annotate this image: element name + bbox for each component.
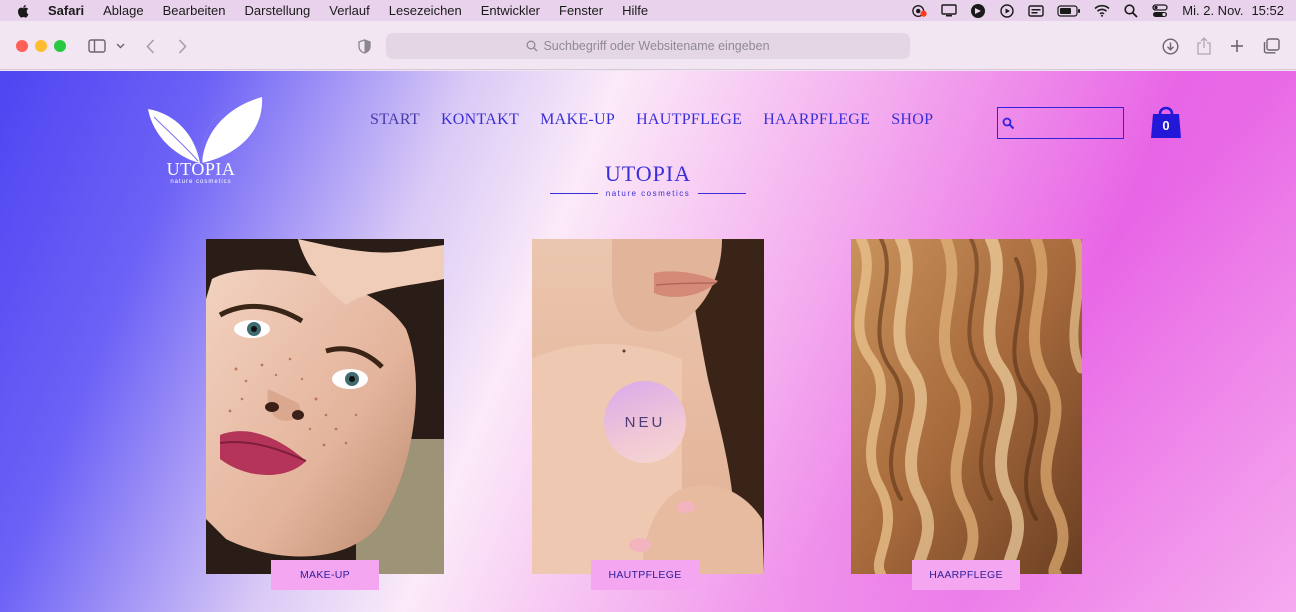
address-placeholder: Suchbegriff oder Websitename eingeben: [543, 39, 770, 53]
camera-recording-icon[interactable]: [912, 4, 928, 18]
menu-entwickler[interactable]: Entwickler: [481, 3, 540, 18]
nav-haarpflege[interactable]: HAARPFLEGE: [763, 111, 870, 131]
brand-title: UTOPIA: [604, 161, 692, 186]
apple-icon[interactable]: [16, 4, 30, 18]
battery-icon[interactable]: [1057, 4, 1081, 18]
menu-bearbeiten[interactable]: Bearbeiten: [163, 3, 226, 18]
site-search-input[interactable]: [997, 107, 1124, 139]
forward-icon[interactable]: [175, 36, 189, 56]
make-up-button[interactable]: MAKE-UP: [271, 560, 379, 590]
menu-ablage[interactable]: Ablage: [103, 3, 143, 18]
menubar-time: 15:52: [1251, 3, 1284, 18]
keyboard-icon[interactable]: [1028, 4, 1044, 18]
back-icon[interactable]: [143, 36, 157, 56]
zoom-window-button[interactable]: [54, 40, 66, 52]
menu-hilfe[interactable]: Hilfe: [622, 3, 648, 18]
privacy-shield-icon[interactable]: [356, 36, 372, 56]
brand-heading: UTOPIA nature cosmetics: [548, 161, 748, 198]
nav-kontakt[interactable]: KONTAKT: [441, 111, 519, 131]
minimize-window-button[interactable]: [35, 40, 47, 52]
category-card-hautpflege[interactable]: NEU HAUTPFLEGE: [532, 239, 764, 591]
share-icon[interactable]: [1196, 36, 1212, 56]
main-nav: START KONTAKT MAKE-UP HAUTPFLEGE HAARPFL…: [370, 111, 954, 131]
cart-count: 0: [1162, 118, 1170, 133]
chevron-down-icon[interactable]: [114, 36, 126, 56]
site-search-icon: [1002, 117, 1015, 130]
close-window-button[interactable]: [16, 40, 28, 52]
menubar-date: Mi. 2. Nov.: [1182, 3, 1244, 18]
hautpflege-button[interactable]: HAUTPFLEGE: [591, 560, 699, 590]
address-bar[interactable]: Suchbegriff oder Websitename eingeben: [386, 33, 910, 59]
download-icon[interactable]: [1161, 36, 1179, 56]
nav-make-up[interactable]: MAKE-UP: [540, 111, 615, 131]
nav-hautpflege[interactable]: HAUTPFLEGE: [636, 111, 742, 131]
haarpflege-button[interactable]: HAARPFLEGE: [912, 560, 1020, 590]
address-search-icon: [527, 40, 538, 52]
category-card-make-up[interactable]: MAKE-UP: [206, 239, 444, 591]
new-badge: NEU: [604, 381, 686, 463]
shield-app-icon[interactable]: [970, 3, 986, 18]
shopping-cart-button[interactable]: 0: [1150, 102, 1182, 140]
logo-tagline: nature cosmetics: [170, 179, 232, 185]
site-logo[interactable]: UTOPIA nature cosmetics: [142, 83, 270, 187]
new-tab-icon[interactable]: [1229, 36, 1245, 56]
divider: [698, 192, 747, 195]
menu-app-safari[interactable]: Safari: [48, 3, 84, 18]
divider: [549, 192, 598, 195]
menu-darstellung[interactable]: Darstellung: [245, 3, 311, 18]
play-icon[interactable]: [999, 3, 1015, 18]
brand-subtitle: nature cosmetics: [605, 189, 691, 198]
menubar-clock[interactable]: Mi. 2. Nov. 15:52: [1182, 3, 1284, 18]
menu-verlauf[interactable]: Verlauf: [329, 3, 369, 18]
logo-name: UTOPIA: [166, 159, 236, 179]
menu-fenster[interactable]: Fenster: [559, 3, 603, 18]
menu-lesezeichen[interactable]: Lesezeichen: [389, 3, 462, 18]
browser-toolbar: Suchbegriff oder Websitename eingeben: [0, 22, 1296, 70]
make-up-image: [206, 239, 444, 574]
leaf-logo-icon: [148, 97, 263, 164]
display-icon[interactable]: [941, 4, 957, 18]
category-card-haarpflege[interactable]: HAARPFLEGE: [851, 239, 1082, 591]
control-center-icon[interactable]: [1152, 3, 1168, 18]
wifi-icon[interactable]: [1094, 4, 1110, 18]
menu-bar: Safari Ablage Bearbeiten Darstellung Ver…: [0, 0, 1296, 21]
tabs-overview-icon[interactable]: [1262, 36, 1280, 56]
sidebar-icon[interactable]: [86, 36, 108, 56]
search-icon[interactable]: [1123, 3, 1139, 18]
haarpflege-image: [851, 239, 1082, 574]
web-page: UTOPIA nature cosmetics START KONTAKT MA…: [0, 71, 1296, 612]
nav-start[interactable]: START: [370, 111, 420, 131]
nav-shop[interactable]: SHOP: [891, 111, 933, 131]
